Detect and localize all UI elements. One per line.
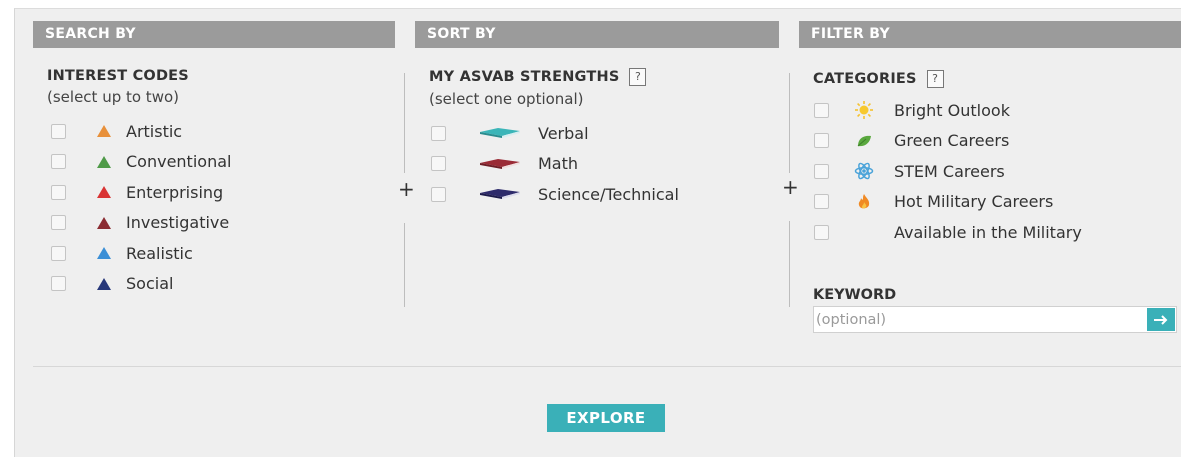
interest-option-label: Conventional [126, 152, 232, 172]
flame-icon [853, 192, 875, 212]
triangle-icon [97, 216, 111, 229]
atom-icon [853, 161, 875, 181]
bright-outlook-checkbox[interactable] [814, 102, 829, 118]
interest-code-list: Artistic Conventional Enterprising Inves… [33, 116, 395, 299]
interest-option-label: Social [126, 274, 174, 294]
book-navy-icon [478, 186, 522, 202]
strength-option-label: Science/Technical [538, 184, 679, 204]
asvab-strength-list: Verbal Math Science/Technical [415, 118, 779, 210]
book-red-icon [478, 156, 522, 172]
sun-icon [853, 100, 875, 120]
interest-option-label: Realistic [126, 243, 193, 263]
verbal-checkbox[interactable] [431, 125, 446, 141]
sort-by-column: SORT BY MY ASVAB STRENGTHS ? (select one… [415, 21, 779, 210]
triangle-icon [97, 186, 111, 199]
section-divider [33, 366, 1181, 367]
column-divider [789, 221, 790, 307]
interest-codes-label: INTEREST CODES [47, 68, 189, 84]
asvab-strengths-subtitle: (select one optional) [429, 90, 584, 108]
available-in-military-checkbox[interactable] [814, 224, 829, 240]
category-option-available-in-military[interactable]: Available in the Military [799, 217, 1181, 248]
strength-option-science-technical[interactable]: Science/Technical [415, 179, 779, 210]
interest-codes-subtitle: (select up to two) [47, 88, 179, 106]
realistic-checkbox[interactable] [51, 245, 66, 261]
category-option-label: Hot Military Careers [894, 192, 1054, 212]
category-option-green-careers[interactable]: Green Careers [799, 126, 1181, 157]
interest-option-artistic[interactable]: Artistic [33, 116, 395, 147]
stem-careers-checkbox[interactable] [814, 163, 829, 179]
plus-separator: + [782, 175, 799, 199]
category-option-bright-outlook[interactable]: Bright Outlook [799, 95, 1181, 126]
science-technical-checkbox[interactable] [431, 186, 446, 202]
social-checkbox[interactable] [51, 276, 66, 292]
asvab-strengths-title: MY ASVAB STRENGTHS ? [429, 68, 779, 86]
hot-military-careers-checkbox[interactable] [814, 194, 829, 210]
strength-option-label: Verbal [538, 123, 589, 143]
filter-by-header: FILTER BY [799, 21, 1181, 48]
strength-option-math[interactable]: Math [415, 149, 779, 180]
interest-option-conventional[interactable]: Conventional [33, 147, 395, 178]
enterprising-checkbox[interactable] [51, 184, 66, 200]
book-teal-icon [478, 125, 522, 141]
interest-option-label: Enterprising [126, 182, 224, 202]
column-divider [789, 73, 790, 173]
sort-by-header: SORT BY [415, 21, 779, 48]
blank-icon [853, 222, 875, 242]
category-option-label: Bright Outlook [894, 100, 1010, 120]
keyword-input[interactable] [816, 309, 1146, 330]
category-option-label: STEM Careers [894, 161, 1005, 181]
help-icon[interactable]: ? [926, 70, 944, 88]
arrow-right-icon [1154, 314, 1168, 325]
search-by-column: SEARCH BY INTEREST CODES (select up to t… [33, 21, 395, 299]
triangle-icon [97, 125, 111, 138]
help-icon[interactable]: ? [629, 68, 647, 86]
strength-option-verbal[interactable]: Verbal [415, 118, 779, 149]
interest-option-social[interactable]: Social [33, 269, 395, 300]
category-option-hot-military-careers[interactable]: Hot Military Careers [799, 187, 1181, 218]
category-option-label: Green Careers [894, 131, 1010, 151]
category-option-stem-careers[interactable]: STEM Careers [799, 156, 1181, 187]
leaf-icon [853, 131, 875, 151]
interest-option-enterprising[interactable]: Enterprising [33, 177, 395, 208]
category-list: Bright Outlook Green Careers STEM Career… [799, 95, 1181, 248]
conventional-checkbox[interactable] [51, 154, 66, 170]
keyword-submit-button[interactable] [1147, 308, 1175, 331]
column-divider [404, 223, 405, 307]
asvab-strengths-label: MY ASVAB STRENGTHS [429, 69, 620, 85]
category-option-label: Available in the Military [894, 222, 1082, 242]
interest-option-investigative[interactable]: Investigative [33, 208, 395, 239]
plus-separator: + [398, 177, 415, 201]
artistic-checkbox[interactable] [51, 123, 66, 139]
filter-by-column: FILTER BY CATEGORIES ? Bright Outlook Gr… [799, 21, 1181, 333]
keyword-label: KEYWORD [813, 287, 897, 303]
categories-title: CATEGORIES ? [813, 70, 1181, 88]
strength-option-label: Math [538, 154, 579, 174]
triangle-icon [97, 277, 111, 290]
math-checkbox[interactable] [431, 156, 446, 172]
interest-option-label: Investigative [126, 213, 230, 233]
interest-codes-title: INTEREST CODES [47, 68, 395, 84]
interest-option-label: Artistic [126, 121, 183, 141]
triangle-icon [97, 247, 111, 260]
career-search-panel: SEARCH BY INTEREST CODES (select up to t… [14, 8, 1181, 457]
column-divider [404, 73, 405, 173]
search-by-header: SEARCH BY [33, 21, 395, 48]
keyword-search-box [813, 306, 1177, 333]
triangle-icon [97, 155, 111, 168]
interest-option-realistic[interactable]: Realistic [33, 238, 395, 269]
explore-button[interactable]: EXPLORE [547, 404, 665, 432]
investigative-checkbox[interactable] [51, 215, 66, 231]
green-careers-checkbox[interactable] [814, 133, 829, 149]
categories-label: CATEGORIES [813, 71, 917, 87]
